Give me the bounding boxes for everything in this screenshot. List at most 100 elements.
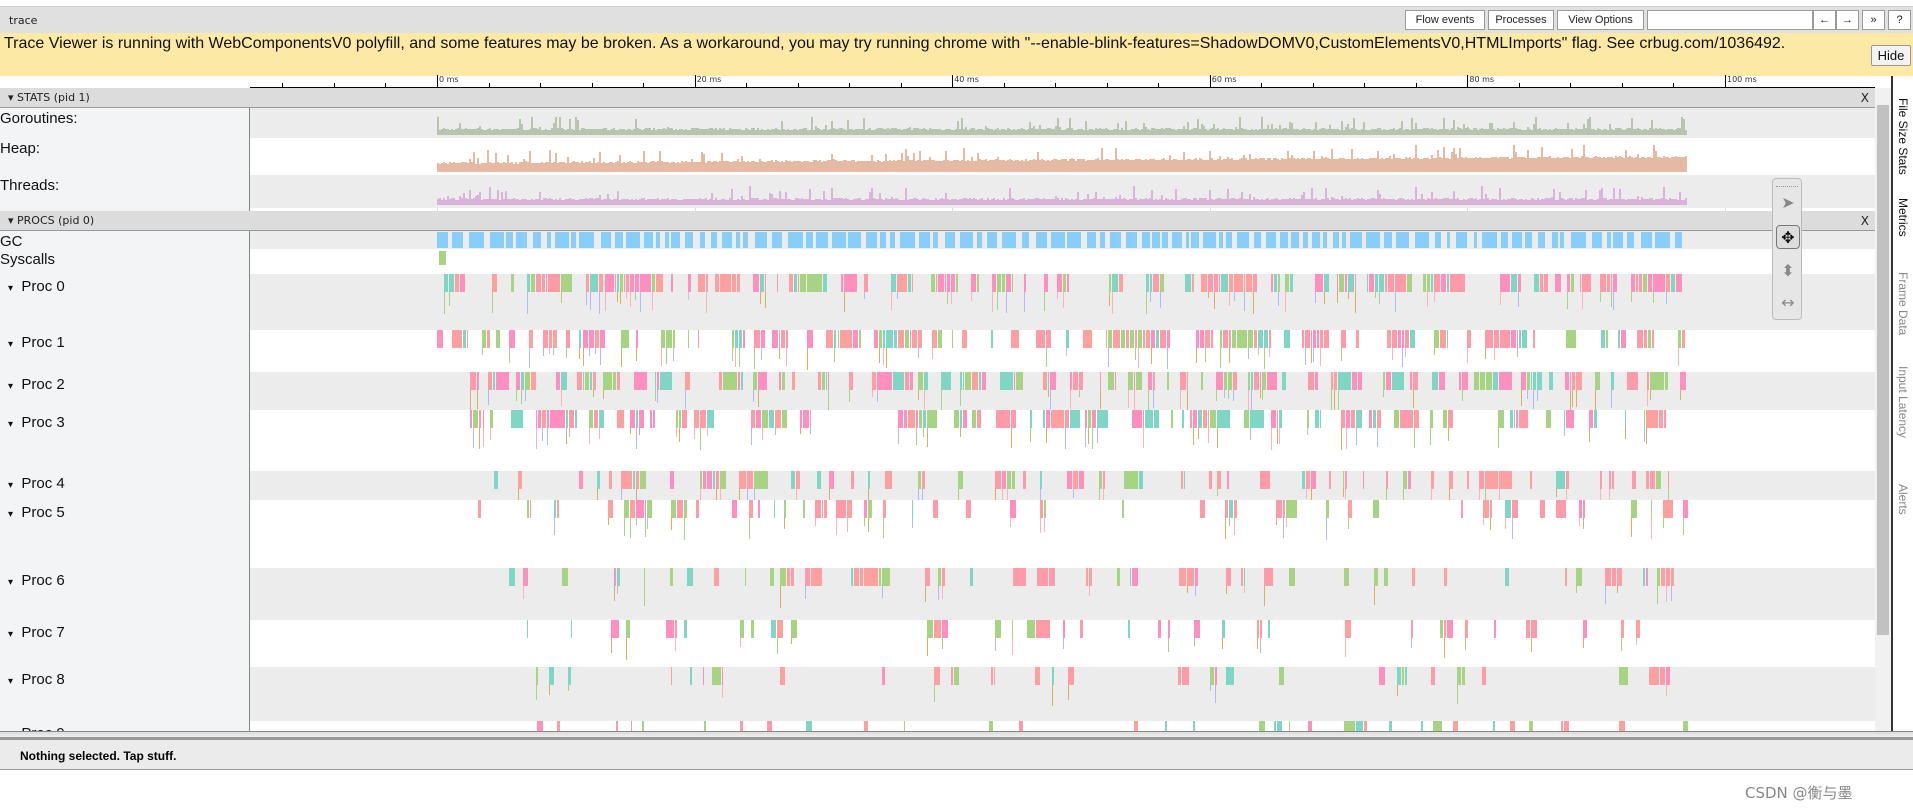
goroutine-slice[interactable] [1398, 330, 1402, 348]
goroutine-slice[interactable] [1171, 410, 1173, 428]
goroutine-slice[interactable] [1183, 471, 1185, 489]
proc-track-label[interactable]: ▾ Proc 4 [8, 475, 65, 492]
sub-slice[interactable] [602, 390, 604, 400]
sub-slice[interactable] [1677, 348, 1679, 366]
goroutine-slice[interactable] [731, 274, 737, 292]
goroutine-slice[interactable] [993, 667, 995, 685]
gc-slice[interactable] [554, 232, 569, 248]
goroutine-slice[interactable] [892, 372, 905, 390]
sub-slice[interactable] [1433, 348, 1435, 356]
sub-slice[interactable] [1276, 518, 1278, 525]
goroutine-slice[interactable] [1049, 568, 1055, 586]
goroutine-slice[interactable] [624, 500, 629, 518]
gc-slice[interactable] [1482, 232, 1497, 248]
goroutine-slice[interactable] [781, 330, 785, 348]
timeline-tracks[interactable] [250, 88, 1875, 731]
goroutine-slice[interactable] [566, 410, 569, 428]
goroutine-slice[interactable] [762, 410, 769, 428]
sub-slice[interactable] [1307, 428, 1309, 435]
sub-slice[interactable] [699, 428, 701, 450]
goroutine-slice[interactable] [1288, 568, 1295, 586]
sub-slice[interactable] [1263, 586, 1265, 606]
goroutine-slice[interactable] [871, 372, 877, 390]
sub-slice[interactable] [883, 518, 885, 539]
goroutine-slice[interactable] [1137, 330, 1143, 348]
goroutine-slice[interactable] [1350, 410, 1356, 428]
sub-slice[interactable] [1216, 428, 1218, 449]
goroutine-slice[interactable] [893, 330, 898, 348]
goroutine-slice[interactable] [706, 410, 714, 428]
goroutine-slice[interactable] [1276, 500, 1282, 518]
goroutine-slice[interactable] [720, 471, 727, 489]
panel-resize-handle[interactable] [0, 731, 1913, 740]
goroutine-slice[interactable] [1394, 274, 1406, 292]
goroutine-slice[interactable] [1433, 330, 1440, 348]
gc-slice[interactable] [1607, 232, 1611, 248]
sub-slice[interactable] [1680, 390, 1682, 401]
syscall-slice[interactable] [439, 251, 446, 265]
sub-slice[interactable] [635, 292, 637, 300]
gc-slice[interactable] [1350, 232, 1363, 248]
goroutine-slice[interactable] [1138, 471, 1143, 489]
sub-slice[interactable] [590, 292, 592, 311]
goroutine-slice[interactable] [1221, 274, 1228, 292]
goroutine-slice[interactable] [904, 410, 908, 428]
sub-slice[interactable] [522, 586, 524, 599]
goroutine-slice[interactable] [1099, 372, 1102, 390]
goroutine-slice[interactable] [1650, 372, 1664, 390]
goroutine-slice[interactable] [599, 330, 606, 348]
expand-triangle-icon[interactable]: ▾ [8, 480, 21, 491]
goroutine-slice[interactable] [940, 372, 951, 390]
goroutine-slice[interactable] [1108, 330, 1113, 348]
goroutine-slice[interactable] [1650, 500, 1652, 518]
sub-slice[interactable] [1531, 638, 1533, 653]
goroutine-slice[interactable] [854, 568, 860, 586]
sub-slice[interactable] [912, 518, 913, 528]
goroutine-slice[interactable] [521, 372, 524, 390]
goroutine-slice[interactable] [1555, 274, 1561, 292]
goroutine-slice[interactable] [934, 667, 940, 685]
goroutine-slice[interactable] [619, 274, 624, 292]
sub-slice[interactable] [947, 292, 949, 305]
goroutine-slice[interactable] [903, 721, 906, 731]
sub-slice[interactable] [1087, 428, 1089, 444]
goroutine-slice[interactable] [1329, 471, 1331, 489]
goroutine-slice[interactable] [1606, 330, 1608, 348]
goroutine-slice[interactable] [1666, 568, 1671, 586]
goroutine-slice[interactable] [923, 410, 927, 428]
sub-slice[interactable] [1621, 638, 1623, 652]
goroutine-slice[interactable] [1619, 721, 1626, 731]
goroutine-slice[interactable] [1078, 471, 1085, 489]
goroutine-slice[interactable] [785, 330, 789, 348]
goroutine-slice[interactable] [836, 500, 847, 518]
goroutine-slice[interactable] [918, 471, 921, 489]
expand-triangle-icon[interactable]: ▾ [8, 629, 21, 640]
sub-slice[interactable] [1605, 586, 1607, 605]
goroutine-slice[interactable] [771, 330, 778, 348]
goroutine-slice[interactable] [821, 500, 823, 518]
sub-slice[interactable] [1011, 638, 1013, 655]
goroutine-slice[interactable] [950, 667, 953, 685]
goroutine-slice[interactable] [449, 274, 454, 292]
goroutine-slice[interactable] [793, 274, 798, 292]
sub-slice[interactable] [897, 292, 899, 300]
sub-slice[interactable] [1248, 348, 1250, 359]
goroutine-slice[interactable] [1549, 372, 1553, 390]
sub-slice[interactable] [542, 348, 544, 356]
goroutine-slice[interactable] [588, 410, 594, 428]
goroutine-slice[interactable] [1079, 620, 1083, 638]
goroutine-slice[interactable] [1159, 330, 1166, 348]
goroutine-slice[interactable] [878, 568, 881, 586]
goroutine-slice[interactable] [927, 410, 937, 428]
sub-slice[interactable] [1516, 348, 1518, 357]
goroutine-slice[interactable] [1108, 372, 1114, 390]
goroutine-slice[interactable] [988, 721, 993, 731]
gc-slice[interactable] [1141, 232, 1150, 248]
goroutine-slice[interactable] [1210, 330, 1214, 348]
sub-slice[interactable] [1146, 292, 1148, 314]
goroutine-slice[interactable] [1582, 274, 1592, 292]
goroutine-slice[interactable] [957, 471, 964, 489]
goroutine-slice[interactable] [1631, 471, 1637, 489]
goroutine-slice[interactable] [911, 330, 918, 348]
sub-slice[interactable] [1391, 348, 1393, 361]
